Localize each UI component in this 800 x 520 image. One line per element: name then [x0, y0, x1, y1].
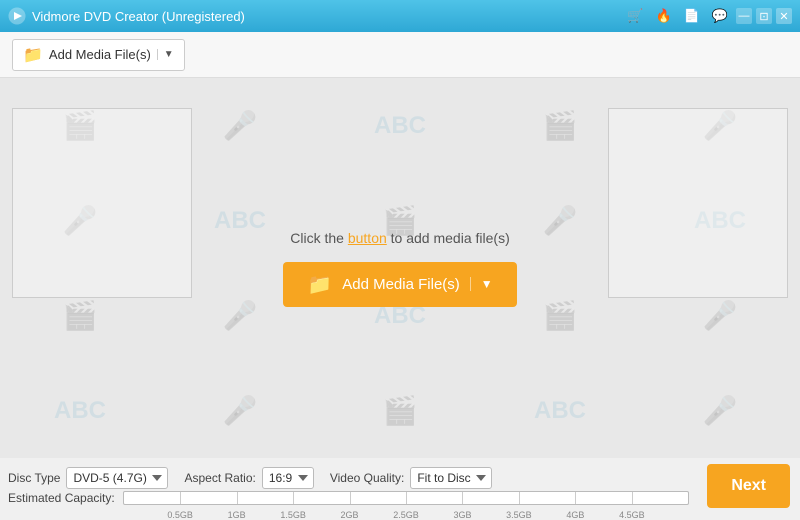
- capacity-bar: 0.5GB 1GB 1.5GB 2GB 2.5GB 3GB 3.5GB 4GB 4.5GB: [123, 491, 690, 505]
- add-media-main-icon: 📁: [307, 272, 332, 297]
- toolbar: 📁 Add Media File(s) ▼: [0, 32, 800, 78]
- right-panel: [608, 108, 788, 298]
- capacity-tick-label: 0.5GB: [167, 510, 193, 520]
- dropdown-arrow-icon: ▼: [157, 49, 174, 60]
- video-quality-select[interactable]: Fit to Disc High Medium Low: [410, 467, 492, 489]
- chat-icon[interactable]: 💬: [708, 6, 732, 26]
- add-media-label: Add Media File(s): [49, 47, 151, 62]
- capacity-tick-label: 2GB: [341, 510, 359, 520]
- aspect-ratio-group: Aspect Ratio: 16:9 4:3: [184, 467, 313, 489]
- capacity-row: Estimated Capacity: 0.5GB 1GB 1.5GB 2GB 2.5G…: [8, 491, 689, 505]
- wm-cell: ABC: [0, 363, 160, 458]
- controls-row: Disc Type DVD-5 (4.7G) DVD-9 (8.5G) Blu-…: [8, 467, 689, 489]
- center-content: Click the button to add media file(s) 📁 …: [283, 230, 516, 307]
- next-button[interactable]: Next: [707, 464, 790, 508]
- close-button[interactable]: ✕: [776, 8, 792, 24]
- bottom-bar: Disc Type DVD-5 (4.7G) DVD-9 (8.5G) Blu-…: [0, 458, 800, 514]
- doc-icon[interactable]: 📄: [680, 6, 704, 26]
- capacity-tick-label: 3.5GB: [506, 510, 532, 520]
- aspect-ratio-label: Aspect Ratio:: [184, 471, 255, 485]
- video-quality-label: Video Quality:: [330, 471, 405, 485]
- click-prompt: Click the button to add media file(s): [290, 230, 509, 246]
- wm-cell: 🎤: [640, 363, 800, 458]
- disc-type-label: Disc Type: [8, 471, 60, 485]
- capacity-tick: 3GB: [462, 492, 463, 504]
- capacity-tick-label: 3GB: [453, 510, 471, 520]
- add-media-main-label: Add Media File(s): [342, 276, 460, 293]
- main-content: 🎬 🎤 ABC 🎬 🎤 🎤 ABC 🎬 🎤 ABC 🎬 🎤 ABC 🎬 🎤 AB…: [0, 78, 800, 458]
- main-dropdown-arrow-icon: ▼: [470, 277, 493, 291]
- capacity-tick: 3.5GB: [519, 492, 520, 504]
- app-logo-icon: [8, 7, 26, 25]
- wm-cell: ABC: [320, 78, 480, 173]
- capacity-tick-label: 1GB: [228, 510, 246, 520]
- title-controls: 🛒 🔥 📄 💬 — ⊡ ✕: [623, 6, 792, 26]
- add-media-icon: 📁: [23, 45, 43, 65]
- capacity-tick: 0.5GB: [180, 492, 181, 504]
- estimated-capacity-label: Estimated Capacity:: [8, 491, 115, 505]
- video-quality-group: Video Quality: Fit to Disc High Medium L…: [330, 467, 493, 489]
- add-media-button[interactable]: 📁 Add Media File(s) ▼: [12, 39, 185, 71]
- capacity-tick: 1.5GB: [293, 492, 294, 504]
- capacity-tick-label: 4.5GB: [619, 510, 645, 520]
- capacity-tick: 1GB: [237, 492, 238, 504]
- disc-type-group: Disc Type DVD-5 (4.7G) DVD-9 (8.5G) Blu-…: [8, 467, 168, 489]
- capacity-tick: 4.5GB: [632, 492, 633, 504]
- capacity-tick-label: 1.5GB: [280, 510, 306, 520]
- title-left: Vidmore DVD Creator (Unregistered): [8, 7, 245, 25]
- capacity-bar-wrapper: 0.5GB 1GB 1.5GB 2GB 2.5GB 3GB 3.5GB 4GB 4.5GB: [123, 491, 690, 505]
- wm-cell: ABC: [480, 363, 640, 458]
- disc-type-select[interactable]: DVD-5 (4.7G) DVD-9 (8.5G) Blu-ray 25G Bl…: [66, 467, 168, 489]
- minimize-button[interactable]: —: [736, 8, 752, 24]
- add-media-main-button[interactable]: 📁 Add Media File(s) ▼: [283, 262, 516, 307]
- capacity-tick: 2GB: [350, 492, 351, 504]
- bottom-right: Next: [697, 458, 800, 514]
- bottom-left: Disc Type DVD-5 (4.7G) DVD-9 (8.5G) Blu-…: [0, 458, 697, 514]
- aspect-ratio-select[interactable]: 16:9 4:3: [262, 467, 314, 489]
- wm-cell: 🎤: [160, 363, 320, 458]
- wm-cell: 🎬: [320, 363, 480, 458]
- left-panel: [12, 108, 192, 298]
- flame-icon[interactable]: 🔥: [651, 6, 675, 26]
- cart-icon[interactable]: 🛒: [623, 6, 647, 26]
- capacity-tick-label: 4GB: [566, 510, 584, 520]
- app-title: Vidmore DVD Creator (Unregistered): [32, 9, 245, 24]
- restore-button[interactable]: ⊡: [756, 8, 772, 24]
- capacity-tick: 2.5GB: [406, 492, 407, 504]
- capacity-tick: 4GB: [575, 492, 576, 504]
- title-bar: Vidmore DVD Creator (Unregistered) 🛒 🔥 📄…: [0, 0, 800, 32]
- prompt-link[interactable]: button: [348, 230, 387, 246]
- capacity-tick-label: 2.5GB: [393, 510, 419, 520]
